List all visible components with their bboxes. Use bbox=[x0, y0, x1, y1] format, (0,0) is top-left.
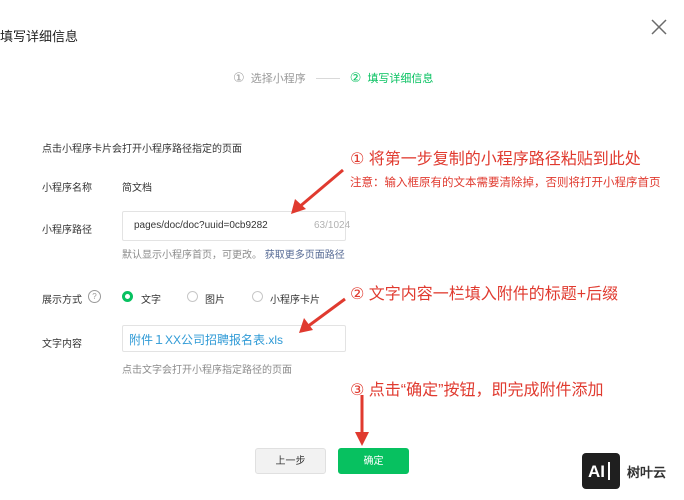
watermark-name: 树叶云 bbox=[627, 465, 667, 480]
annotation-arrows bbox=[291, 168, 369, 446]
logo-icon: AI bbox=[588, 462, 610, 481]
confirm-button[interactable]: 确定 bbox=[338, 448, 409, 474]
arrow-3-icon bbox=[355, 395, 369, 446]
logo-text: AI bbox=[588, 462, 605, 481]
watermark-logo: AI bbox=[582, 453, 620, 489]
arrow-1-icon bbox=[291, 168, 344, 214]
prev-step-button[interactable]: 上一步 bbox=[255, 448, 326, 474]
arrow-2-icon bbox=[299, 297, 346, 333]
